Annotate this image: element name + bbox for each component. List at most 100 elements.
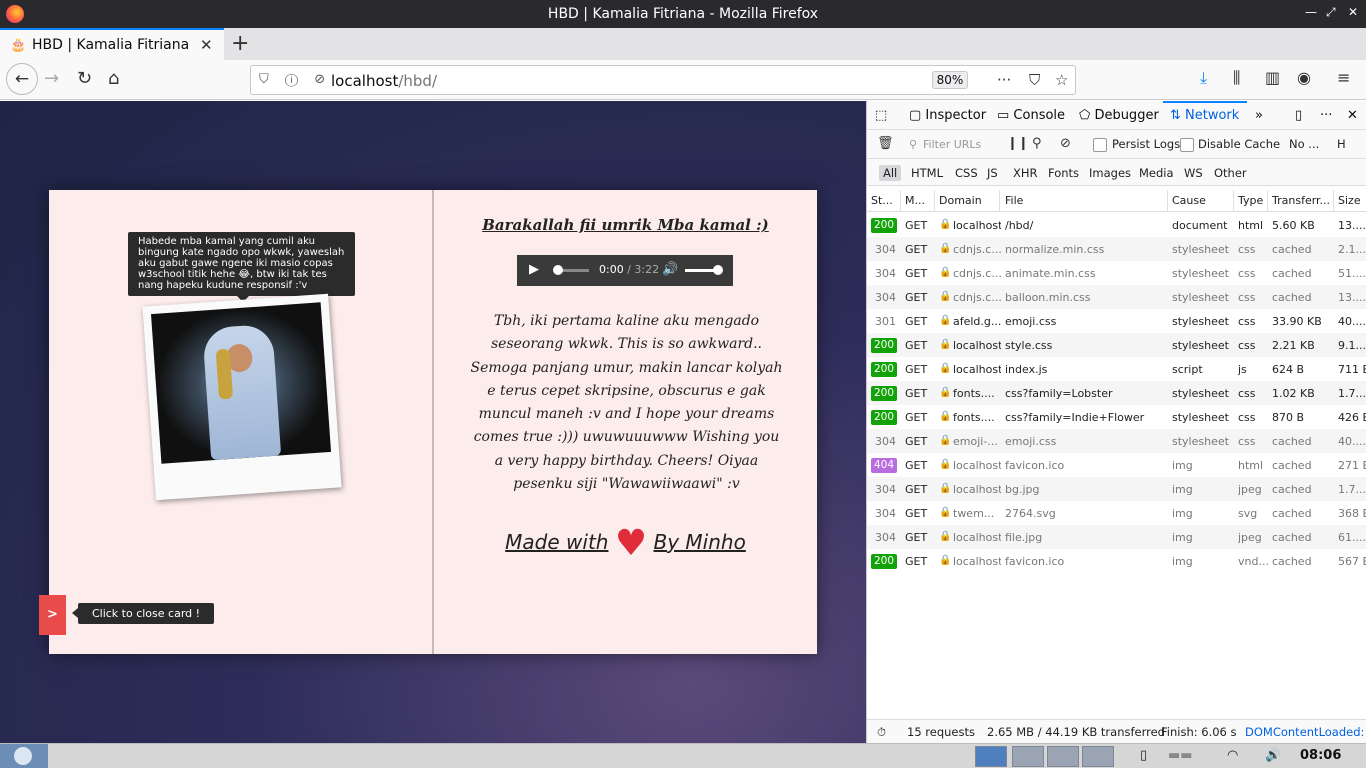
url-text[interactable]: localhost/hbd/ [331,72,437,90]
page-actions-icon[interactable]: ··· [997,71,1011,89]
table-row[interactable]: 304 🔒 GET twem... 2764.svg img svg cached 368 B [867,501,1366,525]
type-js[interactable]: JS [987,166,998,180]
table-row[interactable]: 200 🔒 GET localhost index.js script js 624 B 711… [867,357,1366,381]
tab-network[interactable]: ⇅ Network [1170,108,1239,123]
col-transferred[interactable]: Transferr... [1272,194,1334,207]
cell-transferred: cached [1272,291,1312,304]
cell-type: jpeg [1238,531,1262,544]
library-icon[interactable]: ⫼ [1233,68,1240,88]
type-media[interactable]: Media [1139,166,1174,180]
col-status[interactable]: St... [871,194,897,207]
search-icon[interactable]: ⚲ [1032,136,1042,151]
har-menu[interactable]: H [1337,137,1346,151]
minimize-icon[interactable]: — [1305,5,1317,19]
type-xhr[interactable]: XHR [1013,166,1038,180]
new-tab-icon[interactable]: + [231,31,249,56]
table-row[interactable]: 301 🔒 GET afeld.g... emoji.css stylesheet css 3… [867,309,1366,333]
home-button[interactable]: ⌂ [108,68,119,89]
type-css[interactable]: CSS [955,166,978,180]
type-fonts[interactable]: Fonts [1048,166,1079,180]
persist-logs-checkbox[interactable] [1093,138,1107,152]
audio-player[interactable]: ▶ 0:00 / 3:22 🔊 [517,255,733,286]
taskbar-workspace-4[interactable] [1082,746,1114,767]
cell-file: file.jpg [1005,531,1043,544]
close-tab-icon[interactable]: ✕ [200,36,213,54]
type-html[interactable]: HTML [911,166,943,180]
type-other[interactable]: Other [1214,166,1247,180]
close-card-button[interactable]: > [39,595,66,635]
col-divider [1333,190,1334,212]
col-file[interactable]: File [1005,194,1165,207]
col-size[interactable]: Size [1338,194,1366,207]
disable-cache-checkbox[interactable] [1180,138,1194,152]
reload-button[interactable]: ↻ [77,68,92,89]
wifi-icon[interactable]: ◠ [1227,748,1238,763]
cell-domain: twem... [953,507,995,520]
col-cause[interactable]: Cause [1172,194,1232,207]
cell-method: GET [905,531,928,544]
type-images[interactable]: Images [1089,166,1131,180]
cell-size: 40.... [1338,435,1366,448]
start-menu-button[interactable] [0,744,48,768]
cell-method: GET [905,267,928,280]
close-devtools-icon[interactable]: ✕ [1347,108,1358,123]
table-row[interactable]: 304 🔒 GET cdnjs.c... animate.min.css styleshe… [867,261,1366,285]
col-method[interactable]: M... [905,194,933,207]
close-window-icon[interactable]: ✕ [1348,5,1358,19]
table-row[interactable]: 200 🔒 GET localhost favicon.ico img vnd.... cac… [867,549,1366,573]
taskbar-workspace-2[interactable] [1012,746,1044,767]
tab-inspector[interactable]: ▢ Inspector [909,108,986,123]
taskbar-workspace-3[interactable] [1047,746,1079,767]
volume-tray-icon[interactable]: 🔊 [1265,748,1281,763]
pause-icon[interactable]: ❙❙ [1007,136,1029,151]
volume-icon[interactable]: 🔊 [662,262,678,277]
throttling-select[interactable]: No ... [1289,137,1319,151]
bookmark-star-icon[interactable]: ☆ [1055,71,1068,89]
dock-icon[interactable]: ▯ [1295,108,1302,123]
tab-debugger[interactable]: ⬠ Debugger [1079,108,1159,123]
restore-icon[interactable]: ⤢ [1326,5,1336,20]
seek-knob[interactable] [553,265,563,275]
polaroid-photo[interactable] [142,293,342,501]
site-info-icon[interactable]: ⛉ ⓘ ⊘ [259,72,331,87]
table-row[interactable]: 304 🔒 GET cdnjs.c... normalize.min.css styles… [867,237,1366,261]
table-row[interactable]: 200 🔒 GET localhost style.css stylesheet css 2.… [867,333,1366,357]
back-button[interactable]: ← [6,63,38,95]
battery-icon[interactable]: ▯ [1140,748,1147,763]
element-picker-icon[interactable]: ⬚ [875,108,887,123]
devtools-options-icon[interactable]: ··· [1320,108,1332,123]
sidebar-icon[interactable]: ▥ [1265,68,1280,87]
pocket-icon[interactable]: ⛉ [1029,71,1040,89]
more-tools-icon[interactable]: » [1255,108,1263,123]
table-row[interactable]: 404 🔒 GET localhost favicon.ico img html cached… [867,453,1366,477]
cell-domain: cdnjs.c... [953,267,1001,280]
trash-icon[interactable]: 🗑 [877,136,894,151]
table-row[interactable]: 200 🔒 GET fonts.... css?family=Indie+Flower s… [867,405,1366,429]
tab-console[interactable]: ▭ Console [997,108,1065,123]
tab-hbd[interactable]: 🎂 HBD | Kamalia Fitriana ✕ [0,28,224,60]
forward-button[interactable]: → [44,68,59,89]
zoom-indicator[interactable]: 80% [932,71,968,89]
play-icon[interactable]: ▶ [529,262,539,277]
menu-icon[interactable]: ≡ [1337,68,1350,87]
downloads-icon[interactable]: ⤓ [1200,68,1207,88]
table-row[interactable]: 200 🔒 GET localhost/hbd/document html 5.60 KB… [867,213,1366,237]
request-type-filters: All HTML CSS JS XHR Fonts Images Media W… [867,159,1366,186]
table-row[interactable]: 200 🔒 GET fonts.... css?family=Lobster styles… [867,381,1366,405]
url-bar[interactable]: ⛉ ⓘ ⊘ localhost/hbd/ 80% ··· ⛉ ☆ [250,65,1076,95]
type-ws[interactable]: WS [1184,166,1203,180]
table-row[interactable]: 304 🔒 GET localhost bg.jpg img jpeg cached 1.7..… [867,477,1366,501]
table-row[interactable]: 304 🔒 GET emoji-... emoji.css stylesheet css ca… [867,429,1366,453]
table-row[interactable]: 304 🔒 GET localhost file.jpg img jpeg cached 61.… [867,525,1366,549]
volume-knob[interactable] [713,265,723,275]
taskbar-firefox[interactable] [975,746,1007,767]
type-all[interactable]: All [879,165,902,181]
block-icon[interactable]: ⊘ [1060,136,1071,151]
table-row[interactable]: 304 🔒 GET cdnjs.c... balloon.min.css styleshe… [867,285,1366,309]
col-domain[interactable]: Domain [939,194,999,207]
filter-urls-input[interactable]: Filter URLs [923,138,981,151]
col-type[interactable]: Type [1238,194,1268,207]
status-badge: 304 [875,291,896,304]
status-badge: 304 [875,435,896,448]
account-icon[interactable]: ◉ [1297,68,1311,87]
